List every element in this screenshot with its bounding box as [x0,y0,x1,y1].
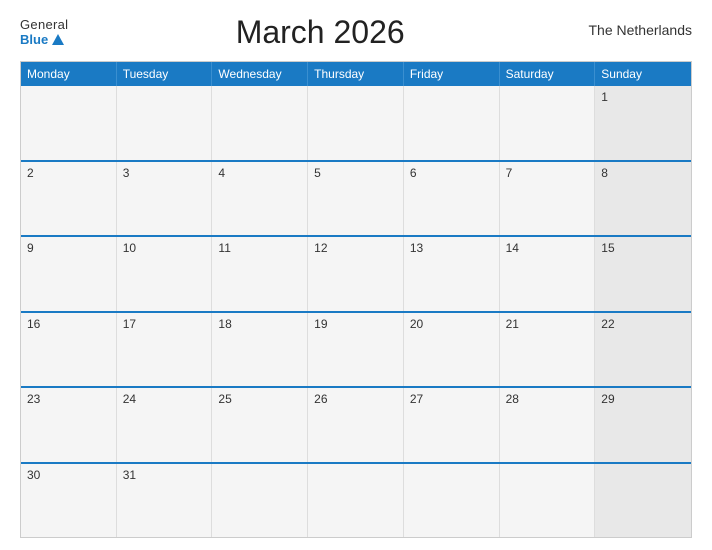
day-cell: 21 [500,313,596,387]
day-cell [308,86,404,160]
day-cell: 1 [595,86,691,160]
day-header-wednesday: Wednesday [212,62,308,86]
day-number: 20 [410,317,423,331]
day-cell [595,464,691,538]
day-header-saturday: Saturday [500,62,596,86]
day-number: 14 [506,241,519,255]
calendar-grid: MondayTuesdayWednesdayThursdayFridaySatu… [20,61,692,538]
day-cell [404,86,500,160]
day-cell: 23 [21,388,117,462]
day-cell: 18 [212,313,308,387]
day-cell: 14 [500,237,596,311]
logo: General Blue [20,18,68,47]
day-cell: 27 [404,388,500,462]
day-cell: 29 [595,388,691,462]
day-cell: 3 [117,162,213,236]
day-cell: 20 [404,313,500,387]
day-cell: 17 [117,313,213,387]
day-cell [212,86,308,160]
day-cell: 6 [404,162,500,236]
day-header-friday: Friday [404,62,500,86]
day-number: 29 [601,392,614,406]
logo-blue-text: Blue [20,32,64,47]
week-row-1: 1 [21,86,691,160]
day-cell: 12 [308,237,404,311]
day-cell: 2 [21,162,117,236]
day-cell [308,464,404,538]
day-cell: 25 [212,388,308,462]
page: General Blue March 2026 The Netherlands … [0,0,712,550]
day-number: 2 [27,166,34,180]
logo-triangle-icon [52,34,64,45]
day-number: 15 [601,241,614,255]
day-number: 10 [123,241,136,255]
day-cell: 9 [21,237,117,311]
day-number: 12 [314,241,327,255]
day-number: 23 [27,392,40,406]
day-header-monday: Monday [21,62,117,86]
day-number: 24 [123,392,136,406]
day-cell: 22 [595,313,691,387]
day-number: 5 [314,166,321,180]
day-number: 19 [314,317,327,331]
day-number: 21 [506,317,519,331]
week-row-6: 30 31 [21,462,691,538]
day-number: 6 [410,166,417,180]
header: General Blue March 2026 The Netherlands [20,18,692,51]
day-number: 4 [218,166,225,180]
day-number: 11 [218,241,230,255]
day-header-sunday: Sunday [595,62,691,86]
week-row-5: 23 24 25 26 27 28 29 [21,386,691,462]
day-cell: 8 [595,162,691,236]
week-row-3: 9 10 11 12 13 14 15 [21,235,691,311]
day-cell: 31 [117,464,213,538]
day-number: 26 [314,392,327,406]
day-cell: 24 [117,388,213,462]
day-number: 27 [410,392,423,406]
day-cell: 10 [117,237,213,311]
weeks-container: 1234567891011121314151617181920212223242… [21,86,691,537]
day-cell: 16 [21,313,117,387]
day-number: 17 [123,317,136,331]
day-cell [404,464,500,538]
day-headers-row: MondayTuesdayWednesdayThursdayFridaySatu… [21,62,691,86]
day-cell: 30 [21,464,117,538]
day-number: 18 [218,317,231,331]
day-number: 13 [410,241,423,255]
day-cell: 4 [212,162,308,236]
day-number: 1 [601,90,608,104]
day-cell [117,86,213,160]
day-cell: 28 [500,388,596,462]
day-cell [212,464,308,538]
day-number: 22 [601,317,614,331]
day-number: 25 [218,392,231,406]
day-number: 9 [27,241,34,255]
day-number: 30 [27,468,40,482]
day-number: 8 [601,166,608,180]
week-row-2: 2 3 4 5 6 7 8 [21,160,691,236]
day-header-thursday: Thursday [308,62,404,86]
day-number: 31 [123,468,136,482]
day-number: 7 [506,166,513,180]
week-row-4: 16 17 18 19 20 21 22 [21,311,691,387]
country-label: The Netherlands [572,22,692,38]
day-header-tuesday: Tuesday [117,62,213,86]
day-number: 3 [123,166,130,180]
day-cell: 15 [595,237,691,311]
day-cell [500,464,596,538]
logo-general-text: General [20,18,68,32]
day-cell: 7 [500,162,596,236]
day-cell: 5 [308,162,404,236]
day-cell: 19 [308,313,404,387]
day-cell: 26 [308,388,404,462]
day-cell [500,86,596,160]
day-cell [21,86,117,160]
calendar-title: March 2026 [68,14,572,51]
day-cell: 13 [404,237,500,311]
day-number: 28 [506,392,519,406]
day-cell: 11 [212,237,308,311]
day-number: 16 [27,317,40,331]
